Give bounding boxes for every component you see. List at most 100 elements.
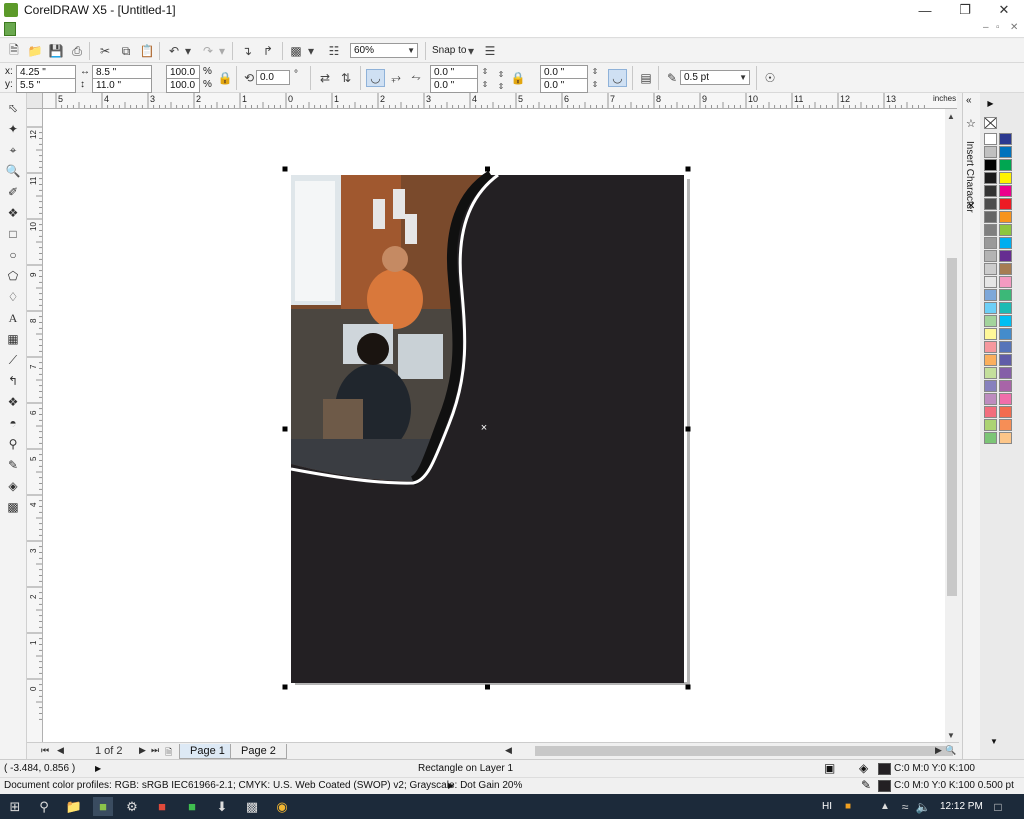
palette-swatch[interactable] <box>984 289 997 301</box>
save-icon[interactable]: 💾 <box>48 43 64 59</box>
palette-swatch[interactable] <box>999 354 1012 366</box>
tray-app-icon[interactable]: ■ <box>838 797 858 816</box>
fill-color-chip[interactable] <box>878 763 891 775</box>
zoom-level-combo[interactable]: 60% ▼ <box>350 43 418 58</box>
welcome-screen-icon[interactable]: ☷ <box>326 43 342 59</box>
palette-swatch[interactable] <box>999 263 1012 275</box>
palette-swatch[interactable] <box>999 198 1012 210</box>
launcher-dropdown-icon[interactable]: ▾ <box>306 43 316 59</box>
smart-fill-tool-icon[interactable]: ❖ <box>4 204 22 222</box>
close-docker-icon[interactable]: ✕ <box>967 201 975 212</box>
table-tool-icon[interactable]: ▦ <box>4 330 22 348</box>
palette-swatch[interactable] <box>999 185 1012 197</box>
transparency-tool-icon[interactable]: ◓ <box>4 414 22 432</box>
zoom-navigator-icon[interactable]: 🔍 <box>945 745 956 756</box>
print-icon[interactable]: ⎙ <box>69 43 85 59</box>
round-corner-icon[interactable]: ◡ <box>366 69 385 87</box>
restore-button[interactable]: ❐ <box>946 0 984 20</box>
eyedropper-tool-icon[interactable]: ⚲ <box>4 435 22 453</box>
selection-handle[interactable] <box>685 166 691 172</box>
palette-swatch[interactable] <box>999 159 1012 171</box>
profiles-expand-icon[interactable]: ▶ <box>448 779 454 793</box>
palette-swatch[interactable] <box>999 224 1012 236</box>
palette-swatch[interactable] <box>999 172 1012 184</box>
vertical-scroll-thumb[interactable] <box>947 258 957 596</box>
blend-tool-icon[interactable]: ❖ <box>4 393 22 411</box>
app-taskbar-icon[interactable]: ▩ <box>242 797 262 816</box>
coreldraw-taskbar-icon[interactable]: ■ <box>93 797 113 816</box>
horizontal-scroll-thumb[interactable] <box>535 746 953 756</box>
palette-swatch[interactable] <box>984 315 997 327</box>
palette-swatch[interactable] <box>999 367 1012 379</box>
convert-to-curves-icon[interactable]: ☉ <box>762 70 778 86</box>
file-explorer-icon[interactable]: 📁 <box>64 797 84 816</box>
fill-tool-icon[interactable]: ◈ <box>4 477 22 495</box>
palette-swatch[interactable] <box>999 302 1012 314</box>
doc-restore-icon[interactable]: ▫ <box>996 22 1000 33</box>
notifications-icon[interactable]: □ <box>988 797 1008 816</box>
wifi-icon[interactable]: ≈ <box>895 797 915 816</box>
application-launcher-icon[interactable]: ▩ <box>288 43 304 59</box>
scale-height-field[interactable]: 100.0 <box>166 78 200 93</box>
drawing-canvas[interactable]: × <box>43 109 945 742</box>
parallel-dimension-tool-icon[interactable]: ⟋ <box>4 351 22 369</box>
app-taskbar-icon[interactable]: ■ <box>182 797 202 816</box>
options-icon[interactable]: ☰ <box>482 43 498 59</box>
clock-time[interactable]: 12:12 PM <box>940 794 983 819</box>
palette-swatch[interactable] <box>984 302 997 314</box>
prev-page-icon[interactable]: ◀ <box>57 745 64 756</box>
outline-width-combo[interactable]: 0.5 pt ▼ <box>680 70 750 85</box>
spinner-icon[interactable]: ⇕ <box>478 78 492 91</box>
palette-swatch[interactable] <box>984 263 997 275</box>
app-taskbar-icon[interactable]: ⚙ <box>122 797 142 816</box>
scroll-left-icon[interactable]: ◀ <box>505 745 512 756</box>
palette-swatch[interactable] <box>999 146 1012 158</box>
open-icon[interactable]: 📁 <box>27 43 43 59</box>
tab-page-1[interactable]: Page 1 <box>179 744 236 759</box>
polygon-tool-icon[interactable]: ⬠ <box>4 267 22 285</box>
selection-handle[interactable] <box>485 684 490 690</box>
vertical-ruler[interactable]: 12 11 10 9 8 7 6 5 4 3 2 1 0 <box>27 109 43 742</box>
palette-swatch[interactable] <box>984 406 997 418</box>
snap-icon[interactable]: ▣ <box>824 761 835 775</box>
corner-radius-bottom-right[interactable]: 0.0 " <box>540 78 588 93</box>
palette-swatch[interactable] <box>984 393 997 405</box>
app-taskbar-icon[interactable]: ■ <box>152 797 172 816</box>
freehand-tool-icon[interactable]: ✐ <box>4 183 22 201</box>
scroll-right-icon[interactable]: ▶ <box>935 745 942 756</box>
palette-swatch[interactable] <box>999 419 1012 431</box>
lock-ratio-icon[interactable]: 🔒 <box>217 70 233 86</box>
selection-handle[interactable] <box>685 684 691 690</box>
text-tool-icon[interactable]: A <box>4 309 22 327</box>
drawing-page[interactable]: × <box>43 109 945 742</box>
palette-swatch[interactable] <box>984 367 997 379</box>
palette-swatch[interactable] <box>984 419 997 431</box>
doc-minimize-icon[interactable]: – <box>983 22 989 33</box>
copy-icon[interactable]: ⧉ <box>118 43 134 59</box>
palette-swatch[interactable] <box>999 328 1012 340</box>
crop-tool-icon[interactable]: ⌖ <box>4 141 22 159</box>
scroll-down-icon[interactable]: ▼ <box>947 731 955 740</box>
cut-icon[interactable]: ✂ <box>97 43 113 59</box>
last-page-icon[interactable]: ⏭ <box>151 745 159 756</box>
palette-swatch[interactable] <box>984 250 997 262</box>
search-icon[interactable]: ⚲ <box>34 797 54 816</box>
palette-swatch[interactable] <box>984 159 997 171</box>
palette-swatch[interactable] <box>999 341 1012 353</box>
horizontal-ruler[interactable]: 5 4 3 2 1 0 1 2 3 4 5 6 7 8 9 10 11 12 13 inches <box>27 93 957 109</box>
no-color-swatch[interactable] <box>984 117 997 129</box>
chrome-icon[interactable]: ◉ <box>272 797 292 816</box>
rotation-field[interactable]: 0.0 <box>256 70 290 85</box>
lock-corners-icon[interactable]: 🔒 <box>510 70 526 86</box>
palette-swatch[interactable] <box>984 146 997 158</box>
selection-handle[interactable] <box>282 426 288 432</box>
spinner-icon[interactable]: ⇕ <box>478 65 492 78</box>
selection-handle[interactable] <box>685 426 691 432</box>
spinner-icon[interactable]: ⇕ <box>588 65 602 78</box>
new-document-icon[interactable]: 🗎 <box>6 43 22 59</box>
status-expand-icon[interactable]: ▶ <box>95 762 101 776</box>
ruler-origin-corner[interactable] <box>27 93 43 109</box>
connector-tool-icon[interactable]: ↰ <box>4 372 22 390</box>
palette-swatch[interactable] <box>999 237 1012 249</box>
selection-handle[interactable] <box>282 166 288 172</box>
